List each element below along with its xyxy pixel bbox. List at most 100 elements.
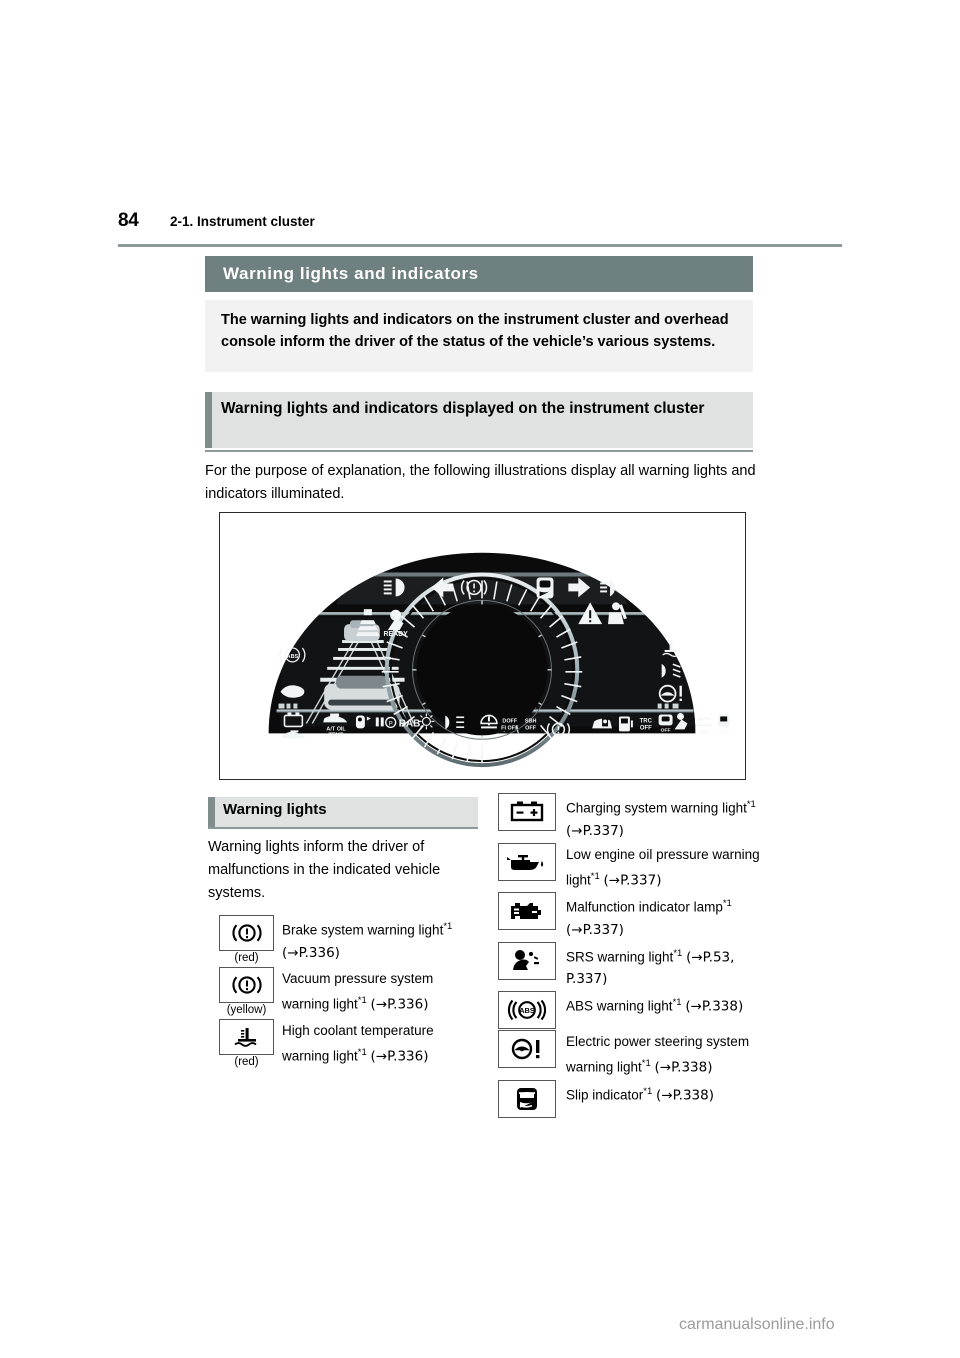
warning-lights-divider [208,827,478,829]
svg-text:OFF: OFF [699,729,709,735]
warning-lights-heading: Warning lights [208,797,478,827]
chapter-title: 2-1. Instrument cluster [170,214,315,229]
doff-label: DOFF [502,718,517,724]
icon-cell [497,1079,557,1118]
page-reference: (→P.338) [656,1087,714,1103]
low-engine-oil-pressure-icon [498,842,556,881]
row-text: Charging system warning light [566,800,747,816]
footnote-marker: *1 [673,947,683,959]
instrument-cluster-svg: SNOW [268,552,730,768]
footnote-marker: *1 [590,870,600,882]
lane-departure-off-cluster-icon: OFF [696,717,713,735]
ready-label: READY [384,631,409,638]
high-coolant-temperature-icon [219,1019,274,1055]
svg-text:ABS: ABS [519,1006,535,1015]
row-description: SRS warning light*1 (→P.53, P.337) [557,942,762,991]
color-note: (red) [234,952,259,964]
row-description: Electric power steering system warning l… [557,1030,762,1079]
icon-cell [497,842,557,881]
icon-cell [497,793,557,831]
icon-cell: (red) [218,1019,275,1069]
icon-cell [497,892,557,930]
warning-lights-table-right: Charging system warning light*1 (→P.337)… [497,793,762,1119]
page-reference: (→P.336) [370,996,429,1013]
color-note: (red) [234,1056,259,1068]
svg-text:OFF: OFF [719,729,729,735]
rab-label: RAB [399,718,420,729]
page-reference: (→P.337) [603,872,662,888]
warning-lights-table-left: (red) Brake system warning light*1 (→P.3… [218,915,480,1071]
abs-glyph: ABS [507,999,547,1021]
footnote-marker: *1 [672,997,682,1008]
footnote-marker: *1 [746,799,756,810]
warning-lights-title: Warning lights [223,801,327,818]
icon-cell: (yellow) [218,967,275,1017]
battery-glyph [510,801,544,822]
svg-text:OFF: OFF [640,725,652,731]
instrument-cluster-illustration: SNOW [219,512,746,780]
row-description: Vacuum pressure system warning light*1 (… [275,967,480,1016]
page-reference: (→P.338) [685,998,744,1015]
table-row: (red) Brake system warning light*1 (→P.3… [218,915,480,965]
brake-system-warning-icon [219,915,274,951]
oil-can-glyph [507,854,544,870]
pcs-off-cluster-icon: OFF [718,714,730,735]
section-title-bar: Warning lights and indicators [205,256,753,292]
table-row: ABS ABS warning light*1 (→P.338) [497,991,762,1029]
charging-system-warning-icon [498,793,556,831]
page-reference: (→P.336) [370,1048,429,1065]
body-paragraph: For the purpose of explanation, the foll… [205,463,756,502]
svg-text:FI OFF: FI OFF [501,725,519,731]
page-reference: (→P.338) [654,1059,713,1076]
subsection-accent-bar [205,392,212,448]
electric-power-steering-icon [498,1030,556,1068]
page-reference: (→P.337) [566,921,624,938]
row-description: Charging system warning light*1 (→P.337) [557,793,762,842]
row-description: Slip indicator*1 (→P.338) [557,1080,762,1107]
color-note: (yellow) [226,1004,267,1016]
row-description: High coolant temperature warning light*1… [275,1019,480,1068]
site-watermark: carmanualsonline.info [679,1316,835,1333]
table-row: Electric power steering system warning l… [497,1030,762,1079]
sbh-label: SBH [525,718,537,724]
trc-off-label: TRC [640,718,653,724]
icon-cell: ABS [497,991,557,1029]
vacuum-pressure-warning-icon [219,967,274,1003]
subsection-heading: Warning lights and indicators displayed … [205,392,753,448]
icon-cell [497,1030,557,1068]
warning-lights-accent-bar [208,797,215,827]
row-text: Malfunction indicator lamp [566,899,723,915]
icon-cell [497,941,557,980]
row-text: SRS warning light [566,949,674,964]
slip-indicator-glyph [517,1087,537,1110]
page-reference: (→P.337) [566,822,624,839]
page-reference: (→P.336) [282,944,340,961]
abs-warning-icon: ABS [498,991,556,1029]
header-divider [118,244,842,247]
srs-warning-icon [498,941,556,980]
svg-text:P: P [389,721,393,727]
subsection-title: Warning lights and indicators displayed … [221,400,705,417]
vacuum-pressure-warning-glyph [231,976,262,994]
table-row: Malfunction indicator lamp*1 (→P.337) [497,892,762,941]
svg-text:ABS: ABS [287,654,299,660]
table-row: SRS warning light*1 (→P.53, P.337) [497,941,762,991]
row-description: Brake system warning light*1 (→P.336) [275,915,480,964]
row-text: ABS warning light [566,998,673,1014]
page-number: 84 [118,210,139,231]
table-row: Charging system warning light*1 (→P.337) [497,793,762,842]
slip-indicator-top-icon [536,577,554,599]
high-coolant-temperature-glyph [233,1028,257,1047]
table-row: (yellow) Vacuum pressure system warning … [218,967,480,1017]
subsection-divider [205,450,753,452]
icon-cell: (red) [218,915,275,965]
row-description: Malfunction indicator lamp*1 (→P.337) [557,892,762,941]
srs-airbag-glyph [513,949,539,970]
svg-text:OFF: OFF [525,725,537,731]
footnote-marker: *1 [357,1047,367,1058]
table-row: Slip indicator*1 (→P.338) [497,1079,762,1118]
intro-block: The warning lights and indicators on the… [205,300,753,372]
footnote-marker: *1 [722,898,732,909]
row-description: Low engine oil pressure warning light*1 … [557,843,762,892]
footnote-marker: *1 [643,1085,653,1097]
